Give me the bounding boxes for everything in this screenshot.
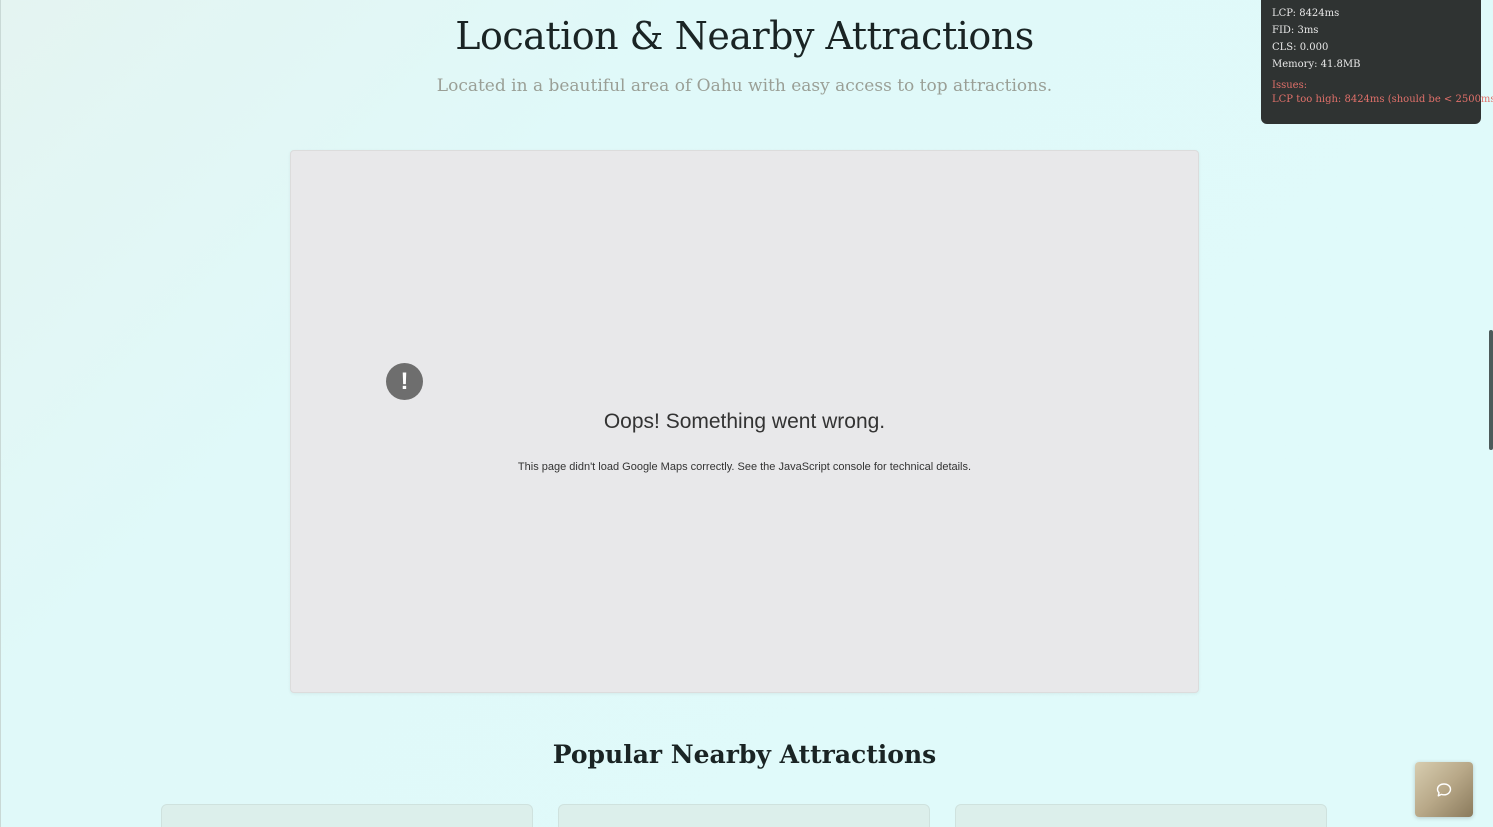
perf-issue-item: LCP too high: 8424ms (should be < 2500ms… [1272, 94, 1493, 105]
page-edge-border [0, 0, 1, 827]
attraction-card[interactable] [161, 804, 533, 827]
scrollbar-thumb[interactable] [1489, 330, 1493, 450]
chat-bubble-icon [1436, 783, 1452, 797]
perf-lcp: LCP: 8424ms [1272, 8, 1340, 19]
performance-monitor-panel: LCP: 8424ms FID: 3ms CLS: 0.000 Memory: … [1261, 0, 1493, 124]
map-error-title: Oops! Something went wrong. [603, 410, 886, 433]
perf-cls: CLS: 0.000 [1272, 42, 1329, 53]
perf-memory: Memory: 41.8MB [1272, 59, 1361, 70]
map-container[interactable]: ! Oops! Something went wrong. This page … [290, 150, 1199, 693]
perf-issues-label: Issues: [1272, 80, 1308, 91]
map-error-message: This page didn't load Google Maps correc… [517, 461, 972, 473]
attraction-card[interactable] [558, 804, 930, 827]
attraction-card[interactable] [955, 804, 1327, 827]
exclamation-icon: ! [386, 363, 423, 400]
chat-button[interactable] [1415, 762, 1473, 817]
perf-fid: FID: 3ms [1272, 25, 1319, 36]
attractions-heading: Popular Nearby Attractions [552, 740, 937, 769]
